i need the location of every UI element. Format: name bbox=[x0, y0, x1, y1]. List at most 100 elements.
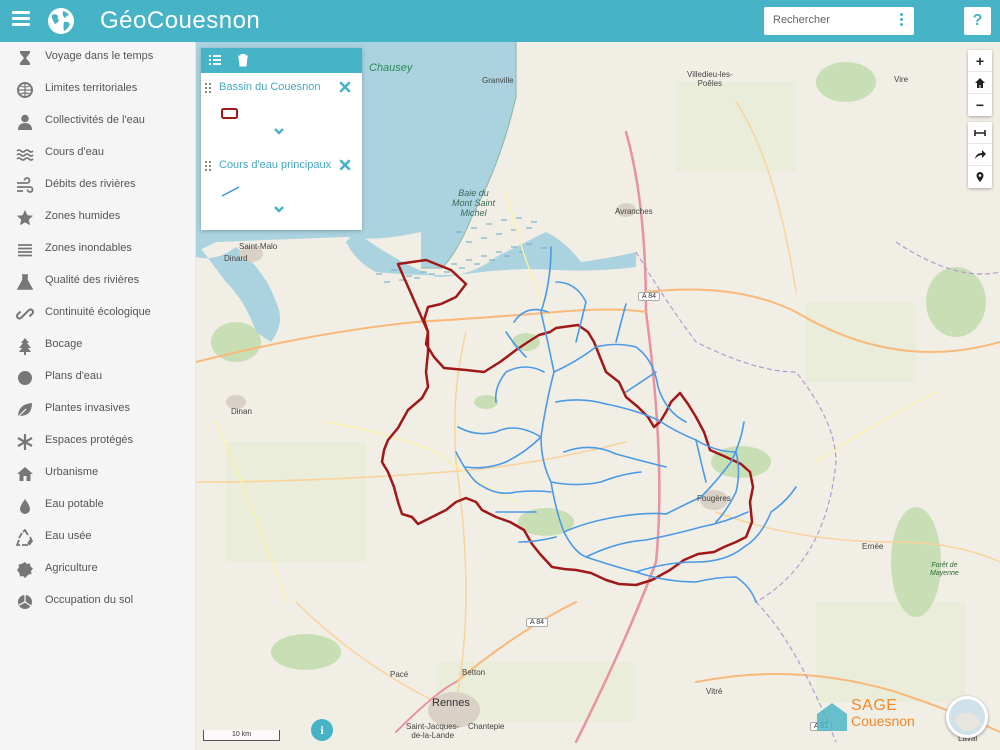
map-label-saint-jacques: Saint-Jacques- de-la-Lande bbox=[406, 722, 460, 740]
sidebar-item-zones-humides[interactable]: Zones humides bbox=[0, 204, 196, 236]
globe-logo-icon bbox=[48, 8, 74, 34]
pie-icon bbox=[18, 595, 32, 609]
map-label-rennes: Rennes bbox=[432, 697, 470, 709]
scale-bar: 10 km bbox=[203, 730, 280, 741]
remove-layer-icon[interactable] bbox=[339, 81, 351, 93]
leaf-icon bbox=[17, 403, 32, 418]
chevron-down-icon[interactable] bbox=[273, 205, 285, 215]
sidebar-item-label: Plantes invasives bbox=[45, 402, 130, 414]
sidebar-item-label: Voyage dans le temps bbox=[45, 50, 154, 62]
map-label-dinard: Dinard bbox=[224, 254, 248, 263]
sidebar-item-label: Qualité des rivières bbox=[45, 274, 140, 286]
layer-item-bassin[interactable]: Bassin du Couesnon bbox=[201, 75, 362, 151]
recycle-icon bbox=[16, 529, 34, 546]
hamburger-menu-icon[interactable] bbox=[12, 11, 30, 29]
search-box[interactable] bbox=[764, 7, 914, 35]
sidebar-item-label: Agriculture bbox=[45, 562, 98, 574]
map-label-baie: Baie du Mont Saint Michel bbox=[452, 188, 496, 218]
info-button[interactable]: i bbox=[311, 719, 333, 741]
zoom-controls: + − bbox=[968, 50, 992, 116]
map-label-pace: Pacé bbox=[390, 670, 409, 679]
map-label-saint-malo: Saint-Malo bbox=[239, 242, 278, 251]
sidebar-item-plans-eau[interactable]: Plans d'eau bbox=[0, 364, 196, 396]
map-label-chausey: Chausey bbox=[369, 62, 413, 74]
sidebar-item-label: Plans d'eau bbox=[45, 370, 103, 382]
sidebar-item-eau-usee[interactable]: Eau usée bbox=[0, 524, 196, 556]
map-label-vire: Vire bbox=[894, 75, 909, 84]
trash-icon[interactable] bbox=[236, 53, 250, 67]
circle-icon bbox=[18, 371, 32, 385]
polygon-legend-icon bbox=[221, 108, 238, 119]
sidebar-item-label: Continuité écologique bbox=[45, 306, 151, 318]
layer-name: Bassin du Couesnon bbox=[219, 81, 321, 93]
layer-panel-header bbox=[201, 48, 362, 73]
sidebar-item-espaces[interactable]: Espaces protégés bbox=[0, 428, 196, 460]
map-label-fougeres: Fougères bbox=[697, 494, 731, 503]
hourglass-icon bbox=[20, 51, 30, 65]
map-label-foret: Forêt de Mayenne bbox=[930, 562, 959, 577]
sidebar-item-occupation[interactable]: Occupation du sol bbox=[0, 588, 196, 620]
asterisk-icon bbox=[17, 434, 33, 450]
sidebar-item-debits[interactable]: Débits des rivières bbox=[0, 172, 196, 204]
layer-item-cours-eau[interactable]: Cours d'eau principaux bbox=[201, 153, 362, 229]
wind-icon bbox=[17, 177, 34, 193]
sidebar-item-label: Cours d'eau bbox=[45, 146, 104, 158]
user-icon bbox=[18, 114, 32, 130]
sidebar-item-label: Bocage bbox=[45, 338, 83, 350]
sidebar-item-urbanisme[interactable]: Urbanisme bbox=[0, 460, 196, 492]
house-logo-icon bbox=[817, 703, 847, 731]
search-options-icon[interactable] bbox=[900, 13, 904, 28]
sidebar-item-label: Débits des rivières bbox=[45, 178, 136, 190]
list-icon[interactable] bbox=[208, 53, 222, 67]
map-label-villedieu: Villedieu-les- Poêles bbox=[687, 70, 733, 88]
line-legend-icon bbox=[221, 186, 240, 197]
road-tag-a84: A 84 bbox=[526, 618, 549, 627]
layer-name: Cours d'eau principaux bbox=[219, 159, 332, 171]
app-title: GéoCouesnon bbox=[100, 7, 261, 34]
share-arrow-icon[interactable] bbox=[968, 144, 992, 166]
sidebar-item-eau-potable[interactable]: Eau potable bbox=[0, 492, 196, 524]
remove-layer-icon[interactable] bbox=[339, 159, 351, 171]
sidebar-item-label: Zones humides bbox=[45, 210, 121, 222]
search-input[interactable] bbox=[764, 7, 884, 33]
waves-icon bbox=[16, 149, 34, 161]
drag-handle-icon[interactable] bbox=[205, 83, 212, 93]
map-label-dinan: Dinan bbox=[231, 407, 252, 416]
zoom-in-icon[interactable]: + bbox=[968, 50, 992, 72]
sidebar-item-limites[interactable]: Limites territoriales bbox=[0, 76, 196, 108]
sidebar-item-label: Espaces protégés bbox=[45, 434, 134, 446]
measure-distance-icon[interactable] bbox=[968, 122, 992, 144]
sidebar-item-label: Urbanisme bbox=[45, 466, 99, 478]
sidebar-item-zones-inondables[interactable]: Zones inondables bbox=[0, 236, 196, 268]
sidebar-item-bocage[interactable]: Bocage bbox=[0, 332, 196, 364]
layer-panel: Bassin du Couesnon Cours d'eau principau… bbox=[201, 48, 362, 230]
sidebar-item-voyage[interactable]: Voyage dans le temps bbox=[0, 44, 196, 76]
map-label-ernee: Ernée bbox=[862, 542, 884, 551]
top-header: GéoCouesnon ? bbox=[0, 0, 1000, 42]
sidebar-item-collectivites[interactable]: Collectivités de l'eau bbox=[0, 108, 196, 140]
sidebar-item-label: Occupation du sol bbox=[45, 594, 134, 606]
sidebar-item-qualite[interactable]: Qualité des rivières bbox=[0, 268, 196, 300]
sidebar-item-continuite[interactable]: Continuité écologique bbox=[0, 300, 196, 332]
map-label-granville: Granville bbox=[482, 76, 514, 85]
drag-handle-icon[interactable] bbox=[205, 161, 212, 171]
drop-icon bbox=[20, 499, 30, 514]
tree-icon bbox=[19, 338, 31, 355]
help-button[interactable]: ? bbox=[964, 7, 991, 35]
location-pin-icon[interactable] bbox=[968, 166, 992, 188]
overview-map[interactable] bbox=[946, 696, 988, 738]
sidebar-item-cours-eau[interactable]: Cours d'eau bbox=[0, 140, 196, 172]
chevron-down-icon[interactable] bbox=[273, 127, 285, 137]
overview-map-icon bbox=[949, 699, 985, 735]
sage-couesnon-logo: SAGE Couesnon bbox=[815, 697, 925, 732]
road-tag-a84: A 84 bbox=[638, 292, 661, 301]
tool-controls bbox=[968, 122, 992, 188]
sidebar-item-plantes[interactable]: Plantes invasives bbox=[0, 396, 196, 428]
zoom-out-icon[interactable]: − bbox=[968, 94, 992, 116]
sidebar-item-agriculture[interactable]: Agriculture bbox=[0, 556, 196, 588]
home-extent-icon[interactable] bbox=[968, 72, 992, 94]
home-icon bbox=[17, 467, 33, 481]
sidebar: Voyage dans le temps Limites territorial… bbox=[0, 42, 196, 750]
sidebar-item-label: Collectivités de l'eau bbox=[45, 114, 145, 126]
lines-icon bbox=[18, 244, 32, 257]
